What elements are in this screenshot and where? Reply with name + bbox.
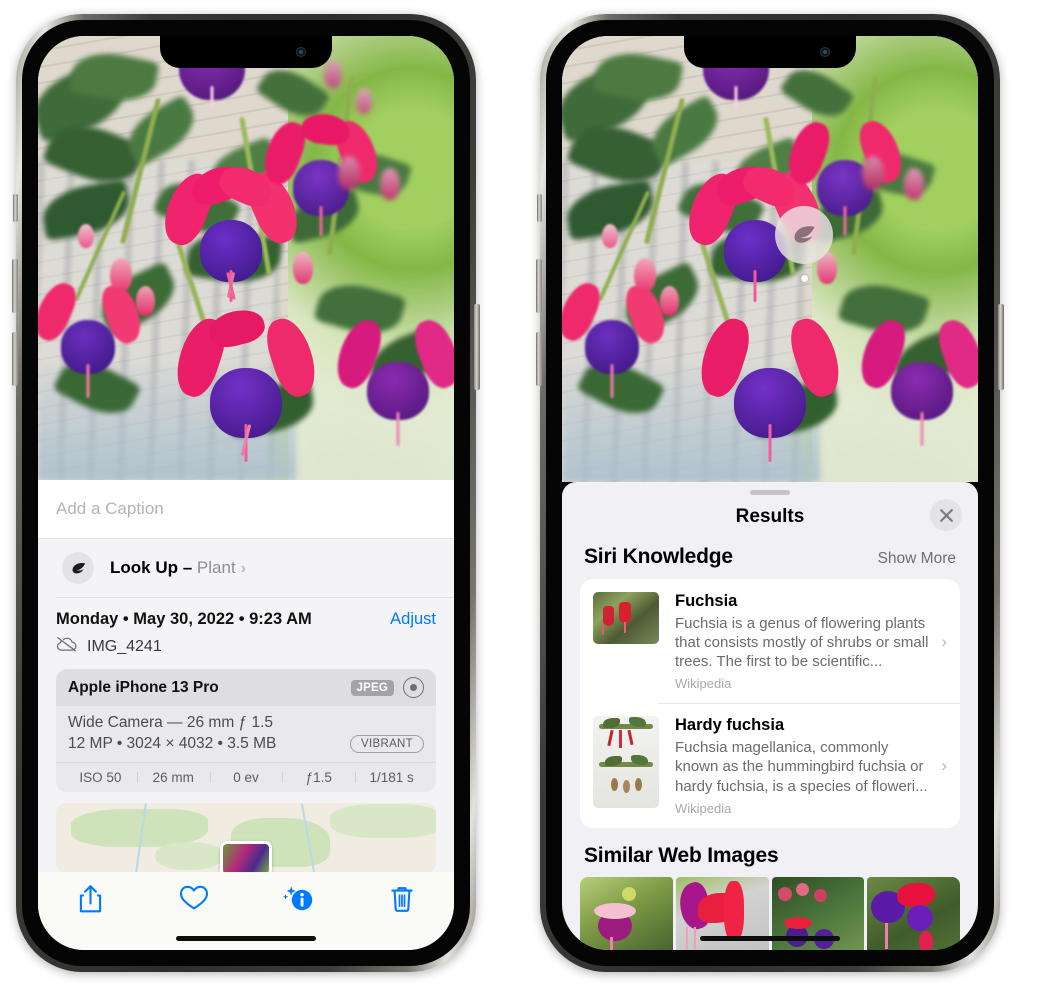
look-up-subject: Plant [196, 558, 236, 577]
left-phone-device: Add a Caption ✦ ✦ Look Up – Plant› [12, 14, 480, 972]
aperture-icon[interactable] [403, 677, 424, 698]
power-button[interactable] [998, 304, 1004, 390]
chevron-right-icon: › [941, 631, 947, 651]
fuchsia-photo [38, 36, 454, 480]
exif-stat-iso: ISO 50 [79, 770, 122, 785]
mute-switch[interactable] [13, 194, 18, 222]
delete-button[interactable] [350, 884, 454, 914]
list-item[interactable]: Hardy fuchsia Fuchsia magellanica, commo… [580, 703, 960, 827]
exif-stat-focal: 26 mm [136, 770, 210, 785]
lens-info: Wide Camera — 26 mm ƒ 1.5 [68, 714, 274, 731]
show-more-button[interactable]: Show More [878, 550, 956, 568]
info-visual-lookup-button[interactable] [246, 884, 350, 914]
section-title-similar-web-images: Similar Web Images [584, 843, 779, 867]
icloud-slash-icon [56, 636, 78, 657]
right-phone-device: Results Siri Knowledge Show More Fuchsia… [536, 14, 1004, 972]
caption-input[interactable]: Add a Caption [38, 480, 454, 538]
sheet-title: Results [735, 506, 805, 527]
visual-look-up-anchor-dot [801, 275, 808, 282]
screenshot-root: Add a Caption ✦ ✦ Look Up – Plant› [0, 0, 1055, 985]
leaf-icon [62, 552, 94, 584]
exif-card: Apple iPhone 13 Pro JPEG Wide Camera — 2… [56, 669, 436, 792]
front-camera [296, 47, 306, 57]
fuchsia-photo [562, 36, 978, 482]
knowledge-source: Wikipedia [675, 800, 732, 816]
exif-stat-aperture: ƒ1.5 [282, 770, 355, 785]
knowledge-title: Fuchsia [675, 592, 738, 610]
knowledge-thumbnail [593, 716, 659, 809]
map-photo-pin[interactable] [220, 841, 272, 873]
look-up-plant-row[interactable]: ✦ ✦ Look Up – Plant› [38, 534, 454, 597]
resolution-info: 12 MP • 3024 × 4032 • 3.5 MB [68, 735, 277, 752]
camera-device-name: Apple iPhone 13 Pro [68, 678, 219, 696]
knowledge-description: Fuchsia magellanica, commonly known as t… [675, 739, 928, 795]
volume-down-button[interactable] [536, 332, 542, 386]
power-button[interactable] [474, 304, 480, 390]
results-sheet: Results Siri Knowledge Show More Fuchsia… [562, 482, 978, 950]
knowledge-title: Hardy fuchsia [675, 716, 785, 735]
front-camera [820, 47, 830, 57]
exif-stat-ev: 0 ev [209, 770, 283, 785]
siri-knowledge-card: Fuchsia Fuchsia is a genus of flowering … [580, 579, 960, 828]
siri-knowledge-header: Siri Knowledge Show More [562, 539, 978, 579]
device-notch [684, 36, 856, 68]
photographic-style-badge: VIBRANT [350, 735, 424, 753]
visual-look-up-leaf-badge[interactable] [775, 206, 833, 264]
volume-up-button[interactable] [12, 259, 18, 313]
right-phone-screen: Results Siri Knowledge Show More Fuchsia… [562, 36, 978, 950]
exif-stats-row: ISO 50 26 mm 0 ev ƒ1.5 1/181 s [56, 762, 436, 792]
knowledge-description: Fuchsia is a genus of flowering plants t… [675, 614, 929, 671]
close-icon[interactable] [930, 499, 962, 531]
location-map[interactable] [56, 803, 436, 873]
look-up-label: Look Up – Plant › [110, 558, 246, 578]
chevron-right-icon: › [240, 560, 246, 577]
device-notch [160, 36, 332, 68]
share-button[interactable] [38, 884, 142, 914]
favorite-button[interactable] [142, 884, 246, 911]
knowledge-thumbnail [593, 592, 659, 644]
photo-info-panel: Add a Caption ✦ ✦ Look Up – Plant› [38, 480, 454, 950]
left-phone-screen: Add a Caption ✦ ✦ Look Up – Plant› [38, 36, 454, 950]
section-title-siri-knowledge: Siri Knowledge [584, 545, 733, 568]
home-indicator[interactable] [700, 936, 840, 941]
home-indicator[interactable] [176, 936, 316, 941]
list-item[interactable]: Fuchsia Fuchsia is a genus of flowering … [580, 579, 960, 703]
exif-stat-shutter: 1/181 s [355, 770, 428, 785]
photo-metadata-block: Monday • May 30, 2022 • 9:23 AM Adjust I… [38, 598, 454, 657]
photo-viewer[interactable] [38, 36, 454, 480]
capture-date: Monday • May 30, 2022 • 9:23 AM [56, 610, 312, 628]
mute-switch[interactable] [537, 194, 542, 222]
web-image-4[interactable] [867, 876, 960, 950]
look-up-title: Look Up – [110, 558, 197, 577]
photo-viewer[interactable] [562, 36, 978, 482]
similar-web-images-header: Similar Web Images [562, 828, 978, 877]
format-badge: JPEG [350, 679, 394, 696]
caption-placeholder: Add a Caption [56, 499, 164, 518]
volume-up-button[interactable] [536, 259, 542, 313]
knowledge-source: Wikipedia [675, 676, 732, 692]
volume-down-button[interactable] [12, 332, 18, 386]
adjust-date-button[interactable]: Adjust [390, 610, 436, 629]
file-name: IMG_4241 [87, 637, 162, 655]
web-image-1[interactable] [580, 876, 673, 950]
chevron-right-icon: › [941, 756, 947, 776]
